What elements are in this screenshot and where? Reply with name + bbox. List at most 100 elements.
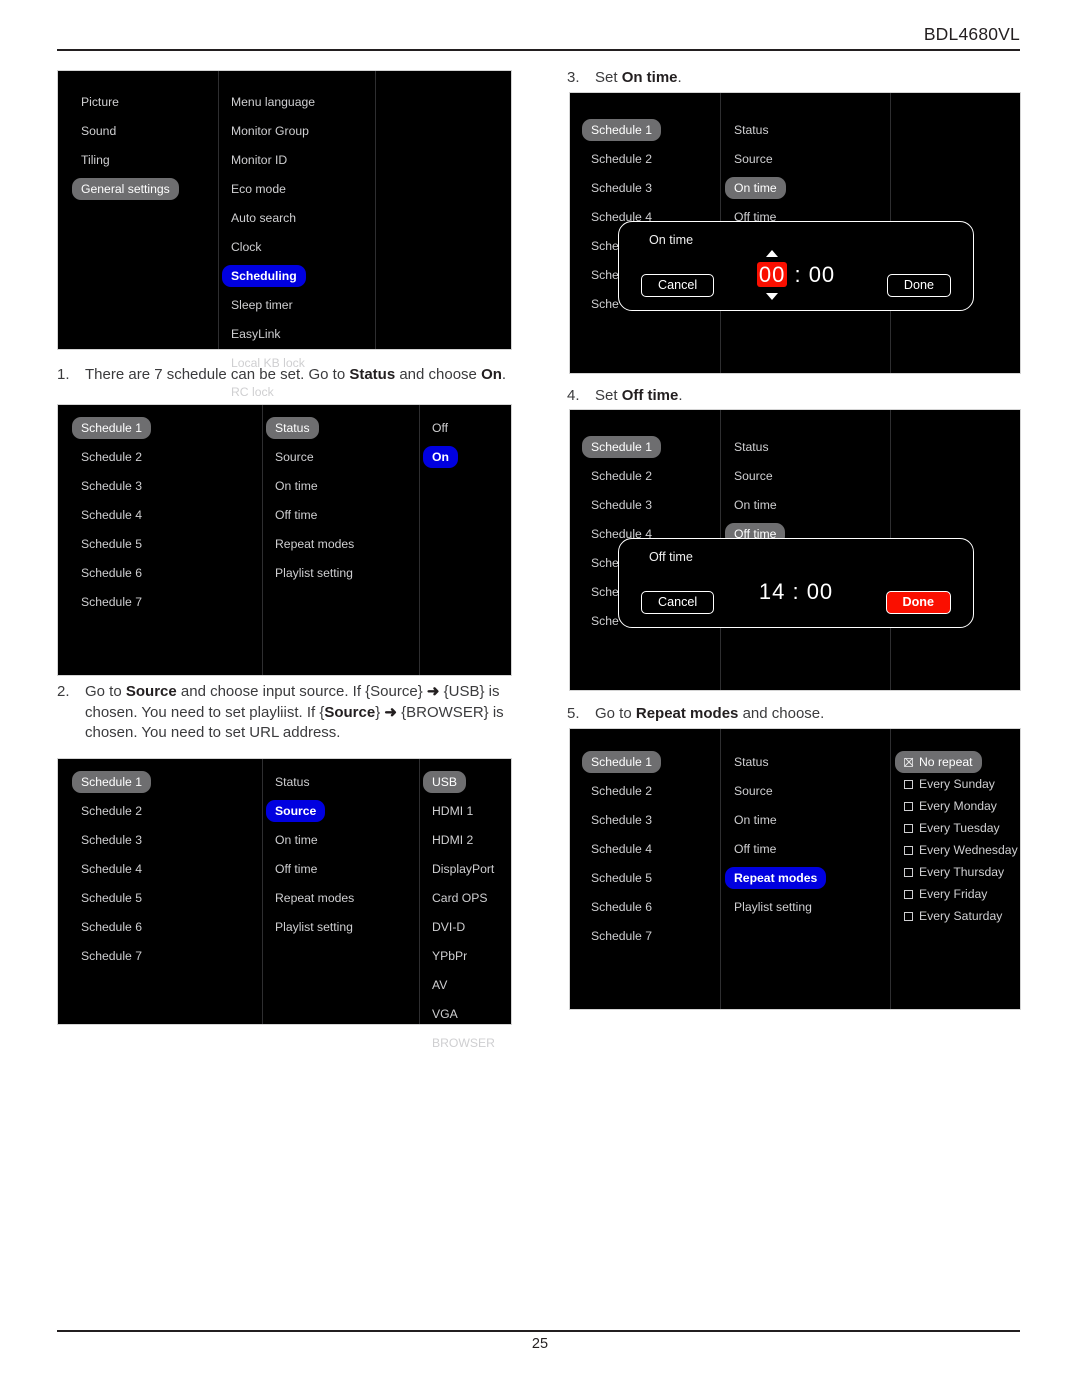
field-source[interactable]: Source [725,465,782,487]
settings-option-monitor-id[interactable]: Monitor ID [222,149,296,171]
settings-option-list[interactable]: Menu language Monitor Group Monitor ID Eco … [222,91,324,410]
schedule-schedule-1[interactable]: Schedule 1 [582,119,661,141]
schedule-schedule-2[interactable]: Schedule 2 [582,148,661,170]
field-source[interactable]: Source [725,780,782,802]
checkbox-icon[interactable] [904,823,913,833]
status-option-off[interactable]: Off [423,417,457,439]
settings-option-clock[interactable]: Clock [222,236,270,258]
source-option-hdmi-2[interactable]: HDMI 2 [423,829,482,851]
schedule-list[interactable]: Schedule 1 Schedule 2 Schedule 3 Schedule 4… [582,751,661,954]
field-on-time[interactable]: On time [725,809,786,831]
schedule-schedule-4[interactable]: Schedule 4 [72,858,151,880]
status-option-list[interactable]: Off On [423,417,458,475]
field-status[interactable]: Status [725,751,778,773]
checkbox-icon[interactable] [904,845,913,855]
repeat-option-no-repeat[interactable]: No repeat [895,751,982,773]
schedule-schedule-6[interactable]: Schedule 6 [72,916,151,938]
field-on-time[interactable]: On time [266,829,327,851]
field-off-time[interactable]: Off time [725,838,785,860]
checkbox-icon[interactable] [904,867,913,877]
schedule-schedule-7[interactable]: Schedule 7 [582,925,661,947]
settings-category-picture[interactable]: Picture [72,91,128,113]
schedule-schedule-1[interactable]: Schedule 1 [582,751,661,773]
on-time-minutes[interactable]: 00 [809,262,835,287]
schedule-list[interactable]: Schedule 1 Schedule 2 Schedule 3 Schedule 4… [72,771,151,974]
off-time-hours[interactable]: 14 [759,579,785,604]
repeat-option-every-friday[interactable]: Every Friday [895,883,996,905]
field-status[interactable]: Status [725,119,778,141]
off-time-cancel-button[interactable]: Cancel [641,591,715,614]
field-source[interactable]: Source [266,446,323,468]
schedule-field-list[interactable]: Status Source On time Off time Repeat modes P… [725,751,827,925]
field-status[interactable]: Status [725,436,778,458]
schedule-schedule-5[interactable]: Schedule 5 [582,867,661,889]
field-off-time[interactable]: Off time [266,858,326,880]
repeat-option-every-saturday[interactable]: Every Saturday [895,905,1011,927]
settings-category-list[interactable]: Picture Sound Tiling General settings [72,91,179,207]
source-option-hdmi-1[interactable]: HDMI 1 [423,800,482,822]
source-option-displayport[interactable]: DisplayPort [423,858,503,880]
repeat-option-every-sunday[interactable]: Every Sunday [895,773,1004,795]
schedule-field-list[interactable]: Status Source On time Off time Repeat modes P… [266,771,363,945]
schedule-schedule-3[interactable]: Schedule 3 [582,809,661,831]
repeat-option-every-wednesday[interactable]: Every Wednesday [895,839,1027,861]
settings-category-sound[interactable]: Sound [72,120,125,142]
field-on-time[interactable]: On time [725,494,786,516]
checkbox-icon[interactable] [904,889,913,899]
source-option-ypbpr[interactable]: YPbPr [423,945,476,967]
on-time-done-button[interactable]: Done [886,274,951,297]
schedule-schedule-6[interactable]: Schedule 6 [72,562,151,584]
settings-option-menu-language[interactable]: Menu language [222,91,324,113]
settings-option-monitor-group[interactable]: Monitor Group [222,120,318,142]
field-source[interactable]: Source [725,148,782,170]
off-time-done-button[interactable]: Done [885,591,951,614]
schedule-schedule-1[interactable]: Schedule 1 [72,771,151,793]
schedule-schedule-2[interactable]: Schedule 2 [72,446,151,468]
schedule-schedule-7[interactable]: Schedule 7 [72,591,151,613]
schedule-schedule-3[interactable]: Schedule 3 [72,829,151,851]
source-option-dvi-d[interactable]: DVI-D [423,916,474,938]
on-time-hours[interactable]: 00 [756,262,788,287]
field-status[interactable]: Status [266,417,319,439]
field-on-time[interactable]: On time [725,177,786,199]
status-option-on[interactable]: On [423,446,458,468]
schedule-schedule-4[interactable]: Schedule 4 [582,838,661,860]
schedule-schedule-2[interactable]: Schedule 2 [582,780,661,802]
source-option-list[interactable]: USB HDMI 1 HDMI 2 DisplayPort Card OPS DVI-D Y… [423,771,504,1061]
field-repeat-modes[interactable]: Repeat modes [266,887,363,909]
checkbox-icon[interactable] [904,801,913,811]
off-time-minutes[interactable]: 00 [807,579,833,604]
checkbox-checked-icon[interactable] [904,757,913,767]
repeat-option-every-thursday[interactable]: Every Thursday [895,861,1013,883]
schedule-list[interactable]: Schedule 1 Schedule 2 Schedule 3 Schedule 4… [72,417,151,620]
checkbox-icon[interactable] [904,779,913,789]
source-option-browser[interactable]: BROWSER [423,1032,504,1054]
field-on-time[interactable]: On time [266,475,327,497]
schedule-schedule-3[interactable]: Schedule 3 [582,494,661,516]
caret-up-icon[interactable] [766,250,779,257]
source-option-vga[interactable]: VGA [423,1003,467,1025]
schedule-schedule-2[interactable]: Schedule 2 [72,800,151,822]
field-repeat-modes[interactable]: Repeat modes [266,533,363,555]
schedule-field-list[interactable]: Status Source On time Off time Repeat modes P… [266,417,363,591]
schedule-schedule-3[interactable]: Schedule 3 [72,475,151,497]
schedule-schedule-2[interactable]: Schedule 2 [582,465,661,487]
schedule-schedule-6[interactable]: Schedule 6 [582,896,661,918]
source-option-usb[interactable]: USB [423,771,467,793]
repeat-mode-option-list[interactable]: No repeat Every Sunday Every Monday Every T… [895,751,1027,927]
source-option-card-ops[interactable]: Card OPS [423,887,497,909]
field-repeat-modes[interactable]: Repeat modes [725,867,827,889]
checkbox-icon[interactable] [904,911,913,921]
schedule-schedule-1[interactable]: Schedule 1 [72,417,151,439]
field-playlist-setting[interactable]: Playlist setting [266,916,362,938]
settings-option-eco-mode[interactable]: Eco mode [222,178,295,200]
schedule-schedule-3[interactable]: Schedule 3 [582,177,661,199]
schedule-schedule-1[interactable]: Schedule 1 [582,436,661,458]
field-off-time[interactable]: Off time [266,504,326,526]
settings-category-tiling[interactable]: Tiling [72,149,119,171]
schedule-schedule-4[interactable]: Schedule 4 [72,504,151,526]
schedule-schedule-5[interactable]: Schedule 5 [72,533,151,555]
on-time-cancel-button[interactable]: Cancel [641,274,715,297]
field-source[interactable]: Source [266,800,326,822]
schedule-schedule-7[interactable]: Schedule 7 [72,945,151,967]
